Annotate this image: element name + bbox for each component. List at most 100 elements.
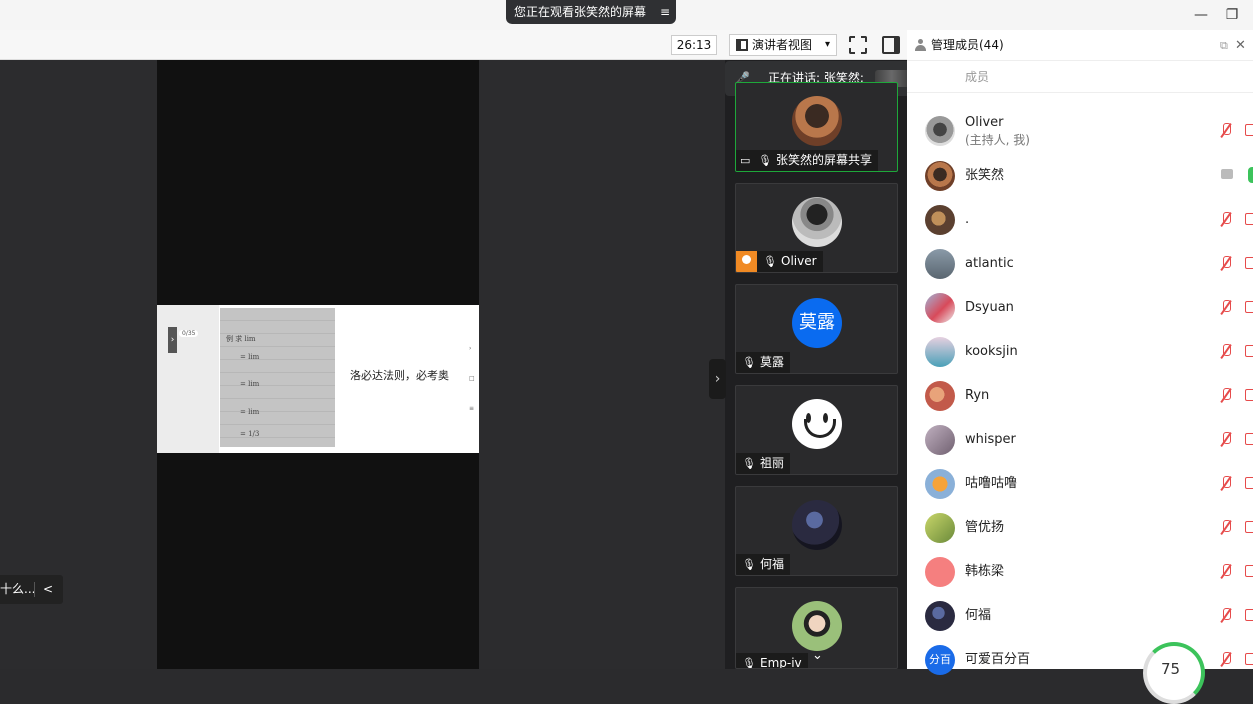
members-title: 管理成员(44) — [931, 38, 1004, 52]
avatar — [925, 249, 955, 279]
restore-button[interactable]: ❐ — [1221, 4, 1243, 26]
slide-mark: □ — [469, 375, 475, 382]
avatar — [792, 399, 842, 449]
mic-active-icon[interactable] — [1248, 167, 1253, 183]
mic-muted-icon[interactable] — [1221, 300, 1231, 314]
members-panel-header: 管理成员(44) ⧉ ✕ — [907, 30, 1253, 61]
avatar — [925, 205, 955, 235]
camera-off-icon[interactable] — [1245, 213, 1253, 225]
member-row[interactable]: Oliver (主持人, 我) — [907, 109, 1253, 153]
member-row[interactable]: atlantic — [907, 242, 1253, 286]
video-tile[interactable]: 🎙 祖丽 — [735, 385, 898, 475]
avatar — [925, 425, 955, 455]
camera-off-icon[interactable] — [1245, 124, 1253, 136]
avatar: 分百 — [925, 645, 955, 675]
chevron-down-icon: ▾ — [824, 39, 830, 50]
screen-share-icon: ▭ — [740, 154, 751, 167]
mic-muted-icon[interactable] — [1221, 344, 1231, 358]
speaker-view-dropdown[interactable]: 演讲者视图 ▾ — [729, 34, 837, 56]
mic-muted-icon[interactable] — [1221, 520, 1231, 534]
member-row[interactable]: 何福 — [907, 594, 1253, 638]
member-role: (主持人, 我) — [965, 133, 1030, 147]
mic-muted-icon[interactable] — [1221, 432, 1231, 446]
video-tile[interactable]: 🎙 何福 — [735, 486, 898, 576]
mic-muted-icon[interactable] — [1221, 476, 1231, 490]
avatar — [925, 513, 955, 543]
mic-muted-icon: 🎙 — [742, 457, 756, 470]
mic-muted-icon[interactable] — [1221, 256, 1231, 270]
member-name: Dsyuan — [965, 300, 1014, 315]
avatar — [925, 381, 955, 411]
avatar — [925, 161, 955, 191]
viewing-screen-text: 您正在观看张笑然的屏幕 — [514, 5, 647, 19]
avatar — [925, 469, 955, 499]
host-badge-icon — [736, 251, 757, 272]
member-row[interactable]: 张笑然 — [907, 154, 1253, 198]
camera-off-icon[interactable] — [1245, 301, 1253, 313]
video-tile[interactable]: 莫露 🎙 莫露 — [735, 284, 898, 374]
slide-collapse-button[interactable]: › — [168, 327, 177, 353]
camera-off-icon[interactable] — [1245, 389, 1253, 401]
mic-muted-icon[interactable] — [1221, 652, 1231, 666]
tile-name-tag: 🎙 莫露 — [736, 352, 791, 373]
mic-muted-icon[interactable] — [1221, 564, 1231, 578]
mic-muted-icon: 🎙 — [742, 356, 756, 369]
photo-line: = lim — [240, 353, 260, 361]
avatar — [925, 293, 955, 323]
video-tile[interactable]: 🎙 Emp-iv ⌄ — [735, 587, 898, 669]
chip-text: 十么... — [0, 582, 36, 596]
member-row[interactable]: kooksjin — [907, 330, 1253, 374]
popout-icon[interactable]: ⧉ — [1220, 30, 1228, 61]
member-row[interactable]: . — [907, 198, 1253, 242]
chip-divider — [34, 582, 35, 597]
chevron-left-icon[interactable]: < — [43, 575, 53, 604]
camera-off-icon[interactable] — [1245, 257, 1253, 269]
member-row[interactable]: 韩栋梁 — [907, 550, 1253, 594]
camera-off-icon[interactable] — [1245, 565, 1253, 577]
expand-panel-button[interactable]: › — [709, 359, 726, 399]
slide-mark: › — [469, 345, 472, 352]
camera-off-icon[interactable] — [1245, 521, 1253, 533]
member-search-input[interactable]: 成员 — [907, 61, 1253, 93]
tile-name-tag: 🎙 Emp-iv — [736, 653, 808, 669]
member-row[interactable]: Dsyuan — [907, 286, 1253, 330]
mic-muted-icon: 🎙 — [742, 558, 756, 571]
chevron-down-icon[interactable]: ⌄ — [812, 648, 823, 663]
video-tile[interactable]: ▭ 🎙 张笑然的屏幕共享 — [735, 82, 898, 172]
photo-line: 例 求 lim — [226, 335, 256, 343]
minimize-button[interactable]: — — [1190, 4, 1212, 26]
mic-muted-icon[interactable] — [1221, 608, 1231, 622]
tile-name-tag: 🎙 Oliver — [757, 251, 823, 272]
camera-off-icon[interactable] — [1245, 477, 1253, 489]
member-row[interactable]: 咕噜咕噜 — [907, 462, 1253, 506]
camera-off-icon[interactable] — [1245, 653, 1253, 665]
close-icon[interactable]: ✕ — [1235, 30, 1246, 61]
member-row[interactable]: Ryn — [907, 374, 1253, 418]
title-bar: 您正在观看张笑然的屏幕 ≡ — ❐ — [0, 0, 1253, 30]
mic-muted-icon[interactable] — [1221, 123, 1231, 137]
camera-off-icon[interactable] — [1245, 345, 1253, 357]
member-row[interactable]: whisper — [907, 418, 1253, 462]
fullscreen-icon[interactable] — [849, 36, 867, 54]
bottom-left-chip[interactable]: 十么... < — [0, 575, 63, 604]
camera-off-icon[interactable] — [1245, 433, 1253, 445]
sidebar-toggle-icon[interactable] — [882, 36, 900, 54]
shared-slide: › 0/35 例 求 lim = lim = lim = lim = 1/3 洛… — [157, 305, 479, 453]
camera-off-icon[interactable] — [1245, 609, 1253, 621]
slide-caption: 洛必达法则，必考奥 — [350, 369, 449, 382]
mic-muted-icon[interactable] — [1221, 388, 1231, 402]
avatar — [792, 601, 842, 651]
stage-right-area — [479, 60, 725, 669]
mic-muted-icon[interactable] — [1221, 212, 1231, 226]
member-row[interactable]: 管优扬 — [907, 506, 1253, 550]
tile-name: Emp-iv — [760, 656, 802, 669]
video-tile[interactable]: 🎙 Oliver — [735, 183, 898, 273]
avatar — [925, 601, 955, 631]
members-panel: 管理成员(44) ⧉ ✕ 成员 Oliver (主持人, 我) 张笑然 . at… — [907, 30, 1253, 675]
viewing-screen-banner[interactable]: 您正在观看张笑然的屏幕 ≡ — [506, 0, 677, 24]
menu-icon[interactable]: ≡ — [660, 0, 670, 24]
photo-line: = 1/3 — [240, 430, 260, 438]
avatar — [792, 197, 842, 247]
tile-name: Oliver — [781, 254, 817, 268]
member-name: 咕噜咕噜 — [965, 476, 1018, 491]
